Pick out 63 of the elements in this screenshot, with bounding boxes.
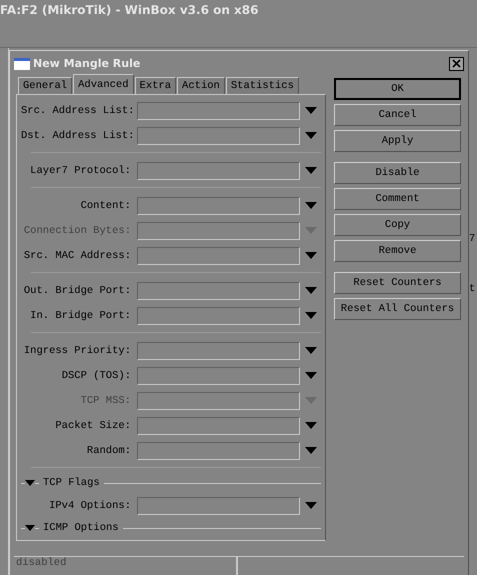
dropdown-arrow-icon[interactable]	[305, 502, 317, 509]
background-text: t	[469, 283, 476, 297]
dropdown-arrow-icon[interactable]	[305, 287, 317, 294]
tab[interactable]: Extra	[134, 77, 176, 94]
dialog-button[interactable]: Comment	[334, 188, 461, 210]
input-field[interactable]	[137, 306, 300, 324]
window-title: FA:F2 (MikroTik) - WinBox v3.6 on x86	[0, 0, 477, 48]
field-label: Connection Bytes:	[22, 224, 132, 236]
field-label: DSCP (TOS):	[60, 370, 132, 382]
field-label: Packet Size:	[54, 420, 132, 432]
dropdown-arrow-icon[interactable]	[305, 372, 317, 379]
status-text: disabled	[14, 557, 238, 575]
input-field[interactable]	[137, 162, 300, 180]
input-field[interactable]	[137, 246, 300, 264]
dialog-button[interactable]: Cancel	[334, 104, 461, 126]
dialog-button[interactable]: Disable	[334, 162, 461, 184]
field-label: Random:	[86, 444, 132, 456]
field-label: Dst. Address List:	[21, 130, 136, 142]
close-button[interactable]	[449, 56, 464, 70]
window-icon	[14, 58, 30, 70]
dialog-button[interactable]: Remove	[334, 240, 461, 262]
dialog-button[interactable]: Copy	[334, 214, 461, 236]
input-field[interactable]	[137, 366, 300, 384]
input-field[interactable]	[137, 416, 300, 434]
dialog-button[interactable]: Reset Counters	[334, 272, 461, 294]
dropdown-arrow-icon[interactable]	[305, 422, 317, 429]
input-field[interactable]	[137, 342, 300, 360]
field-label: TCP MSS:	[80, 394, 132, 406]
section-title: ICMP Options	[42, 522, 120, 534]
field-label: Layer7 Protocol:	[29, 164, 132, 176]
field-label: IPv4 Options:	[48, 500, 132, 512]
field-label: Out. Bridge Port:	[22, 284, 132, 296]
input-field[interactable]	[137, 102, 300, 120]
section-title: TCP Flags	[42, 477, 101, 489]
dropdown-arrow-icon[interactable]	[305, 312, 317, 319]
dropdown-arrow-icon[interactable]	[305, 347, 317, 354]
field-label: Content:	[80, 200, 132, 212]
input-field[interactable]	[137, 282, 300, 300]
input-field[interactable]	[137, 442, 300, 460]
background-text: 7	[469, 233, 476, 247]
field-label: Src. MAC Address:	[22, 250, 132, 262]
tab[interactable]: Statistics	[226, 77, 299, 94]
tab[interactable]: Action	[177, 77, 225, 94]
dropdown-arrow-icon[interactable]	[305, 202, 317, 209]
dialog-button[interactable]: Apply	[334, 130, 461, 152]
dropdown-arrow-icon[interactable]	[305, 107, 317, 114]
dropdown-arrow-icon[interactable]	[305, 132, 317, 139]
expand-arrow-icon[interactable]	[25, 525, 35, 531]
input-field[interactable]	[137, 496, 300, 514]
input-field[interactable]	[137, 196, 300, 214]
dialog-button[interactable]: OK	[334, 78, 461, 100]
input-field[interactable]	[137, 126, 300, 144]
dropdown-arrow-icon[interactable]	[305, 167, 317, 174]
dialog-title: New Mangle Rule	[33, 57, 142, 70]
field-label: Src. Address List:	[21, 104, 136, 116]
dialog-button[interactable]: Reset All Counters	[334, 298, 461, 320]
dropdown-arrow-icon[interactable]	[305, 252, 317, 259]
expand-arrow-icon[interactable]	[25, 480, 35, 486]
dropdown-arrow-icon[interactable]	[305, 447, 317, 454]
field-label: Ingress Priority:	[22, 344, 132, 356]
tab[interactable]: General	[18, 77, 72, 94]
field-label: In. Bridge Port:	[29, 310, 132, 322]
tab[interactable]: Advanced	[73, 74, 134, 94]
